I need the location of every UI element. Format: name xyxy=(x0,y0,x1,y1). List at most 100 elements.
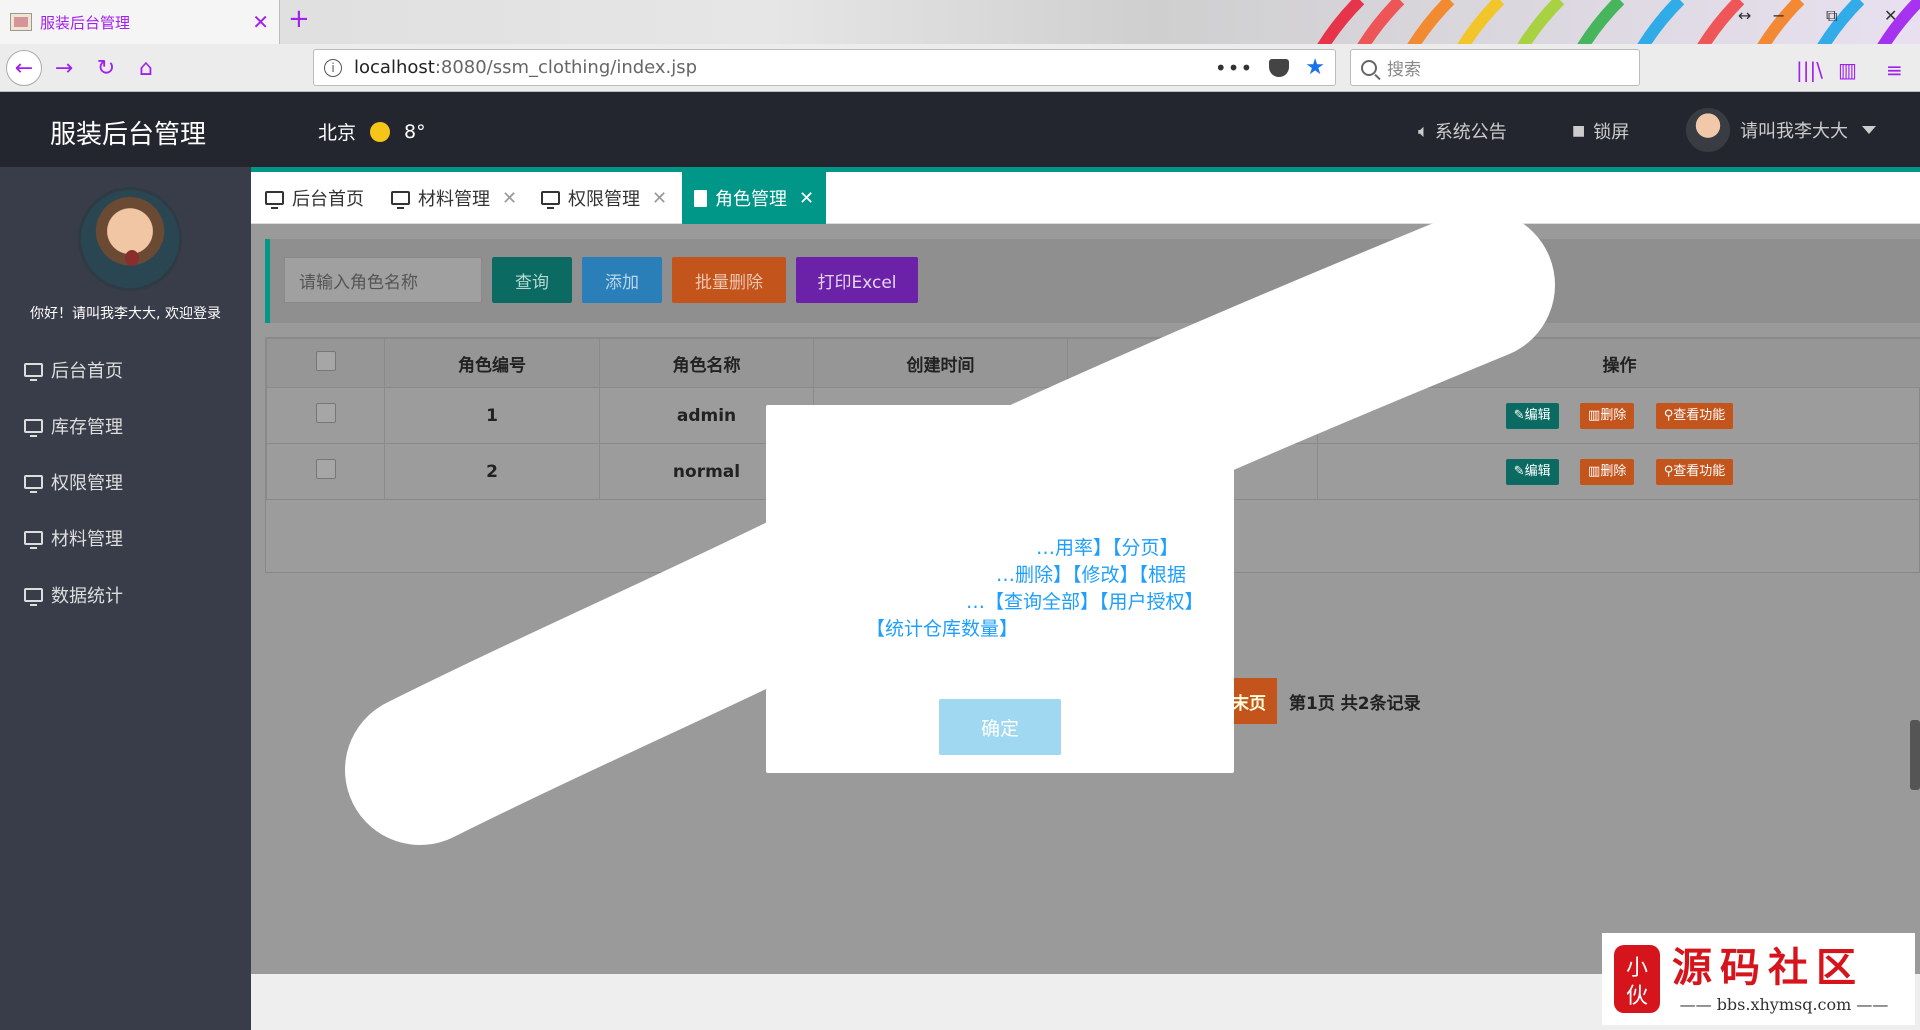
tab-label: 后台首页 xyxy=(292,189,364,210)
scrollbar-handle[interactable] xyxy=(1910,720,1920,790)
sidebar-item-inventory[interactable]: 库存管理 xyxy=(24,413,123,439)
view-label: 查看功能 xyxy=(1673,407,1726,423)
role-id: 1 xyxy=(384,387,600,444)
add-button[interactable]: 添加 xyxy=(582,257,662,303)
close-icon[interactable]: ✕ xyxy=(799,188,814,209)
edit-button[interactable]: ✎编辑 xyxy=(1505,458,1559,485)
tab-materials[interactable]: 材料管理 ✕ xyxy=(391,172,517,224)
window-close-button[interactable]: ✕ xyxy=(1884,6,1897,25)
window-maximize-button[interactable]: ⧉ xyxy=(1826,6,1837,26)
url-bar[interactable]: i localhost:8080/ssm_clothing/index.jsp … xyxy=(313,49,1336,86)
url-host: localhost xyxy=(354,57,435,78)
tab-close-icon[interactable]: ✕ xyxy=(252,10,269,34)
weather-city: 北京 xyxy=(318,122,357,144)
print-excel-button[interactable]: 打印Excel xyxy=(796,257,918,303)
role-id: 2 xyxy=(384,443,600,500)
system-notice-link[interactable]: 🔈︎ 系统公告 xyxy=(1418,118,1507,144)
monitor-icon xyxy=(24,363,43,381)
sidebar-toggle-icon[interactable]: ▥ xyxy=(1838,58,1857,82)
trash-icon: ▥ xyxy=(1588,407,1601,423)
delete-button[interactable]: ▥删除 xyxy=(1580,402,1635,429)
sidebar-item-label: 后台首页 xyxy=(51,361,123,382)
bookmark-star-icon[interactable]: ★ xyxy=(1305,55,1325,80)
back-button[interactable]: ← xyxy=(6,50,42,86)
dialog-line: …删除】【修改】【根据 xyxy=(996,564,1187,586)
menu-icon[interactable]: ≡ xyxy=(1886,58,1903,82)
search-icon xyxy=(1361,59,1377,76)
browser-tab[interactable]: 服装后台管理 ✕ xyxy=(0,0,280,44)
pocket-icon[interactable] xyxy=(1269,58,1290,77)
sidebar-item-label: 库存管理 xyxy=(51,417,123,438)
app-logo[interactable]: 服装后台管理 xyxy=(50,114,206,151)
edit-button[interactable]: ✎编辑 xyxy=(1505,402,1559,429)
confirm-button[interactable]: 确定 xyxy=(939,699,1061,755)
page-tabbar: 后台首页 材料管理 ✕ 权限管理 ✕ 角色管理 ✕ xyxy=(251,172,1920,224)
select-all-header xyxy=(266,338,385,388)
weather-widget: 北京 8° xyxy=(318,118,426,145)
row-checkbox[interactable] xyxy=(315,459,336,479)
reload-button[interactable]: ↻ xyxy=(88,50,124,86)
delete-button[interactable]: ▥删除 xyxy=(1580,458,1635,485)
column-header: 角色编号 xyxy=(384,338,600,388)
user-name: 请叫我李大大 xyxy=(1740,121,1848,142)
view-functions-button[interactable]: ⚲查看功能 xyxy=(1655,458,1734,485)
system-notice-label: 系统公告 xyxy=(1434,122,1507,143)
sun-icon xyxy=(370,121,391,142)
url-text[interactable]: localhost:8080/ssm_clothing/index.jsp xyxy=(354,57,1215,78)
window-minimize-button[interactable]: − xyxy=(1772,6,1785,25)
watermark-title: 源码社区 xyxy=(1672,944,1864,991)
tab-permissions[interactable]: 权限管理 ✕ xyxy=(541,172,667,224)
batch-delete-button[interactable]: 批量删除 xyxy=(672,257,786,303)
welcome-text: 你好！请叫我李大大, 欢迎登录 xyxy=(30,306,221,322)
app-header: 服装后台管理 北京 8° 🔈︎ 系统公告 ■ 锁屏 请叫我李大大 xyxy=(0,92,1920,167)
dialog-line: 【统计仓库数量】 xyxy=(866,618,1019,640)
info-dialog: …用率】【分页】 …删除】【修改】【根据 …【查询全部】【用户授权】 【统计仓库… xyxy=(766,405,1234,773)
avatar-mouth xyxy=(125,250,139,266)
role-name-search-input[interactable]: 请输入角色名称 xyxy=(284,257,482,303)
speaker-icon: 🔈︎ xyxy=(1418,120,1429,142)
document-icon xyxy=(694,189,707,207)
sidebar-item-statistics[interactable]: 数据统计 xyxy=(24,582,123,608)
sidebar-item-materials[interactable]: 材料管理 xyxy=(24,525,123,551)
table-header-row: 角色编号 角色名称 创建时间 操作 xyxy=(266,338,1920,388)
tab-label: 材料管理 xyxy=(418,189,490,210)
tab-roles[interactable]: 角色管理 ✕ xyxy=(682,172,827,224)
arrow-left-icon: ← xyxy=(14,55,34,81)
tab-label: 权限管理 xyxy=(568,189,640,210)
close-icon[interactable]: ✕ xyxy=(502,188,517,209)
dialog-line: …用率】【分页】 xyxy=(1036,537,1179,559)
monitor-icon xyxy=(265,191,284,209)
site-info-icon[interactable]: i xyxy=(324,58,342,77)
forward-button[interactable]: → xyxy=(46,50,82,86)
page-actions-icon[interactable]: ••• xyxy=(1215,56,1253,80)
user-menu[interactable]: 请叫我李大大 xyxy=(1686,108,1876,152)
query-button[interactable]: 查询 xyxy=(492,257,572,303)
window-resize-icon[interactable]: ↔ xyxy=(1738,6,1751,25)
column-header: 创建时间 xyxy=(813,338,1068,388)
monitor-icon xyxy=(24,531,43,549)
select-all-checkbox[interactable] xyxy=(315,350,336,371)
avatar xyxy=(1686,108,1730,152)
sidebar-item-permissions[interactable]: 权限管理 xyxy=(24,469,123,495)
home-button[interactable]: ⌂ xyxy=(128,50,164,86)
search-placeholder: 请输入角色名称 xyxy=(299,272,418,293)
browser-search-input[interactable]: 搜索 xyxy=(1350,49,1640,86)
library-icon[interactable]: |||\ xyxy=(1796,58,1823,82)
url-path: :8080/ssm_clothing/index.jsp xyxy=(434,57,698,78)
browser-search-placeholder: 搜索 xyxy=(1387,60,1421,80)
view-functions-button[interactable]: ⚲查看功能 xyxy=(1655,402,1734,429)
row-checkbox[interactable] xyxy=(315,403,336,423)
monitor-icon xyxy=(541,191,560,209)
edit-icon: ✎ xyxy=(1513,463,1525,479)
new-tab-button[interactable]: + xyxy=(288,4,310,34)
tab-home[interactable]: 后台首页 xyxy=(265,172,364,224)
watermark-url-text: bbs.xhymsq.com xyxy=(1716,995,1852,1014)
browser-navbar: ← → ↻ ⌂ i localhost:8080/ssm_clothing/in… xyxy=(0,44,1920,92)
dialog-line: …【查询全部】【用户授权】 xyxy=(966,591,1204,613)
close-icon[interactable]: ✕ xyxy=(652,188,667,209)
lock-screen-link[interactable]: ■ 锁屏 xyxy=(1572,118,1629,144)
sidebar-item-home[interactable]: 后台首页 xyxy=(24,357,123,383)
watermark: 小 伙 源码社区 —— bbs.xhymsq.com —— xyxy=(1602,933,1915,1025)
monitor-icon xyxy=(24,588,43,606)
edit-icon: ✎ xyxy=(1513,407,1525,423)
